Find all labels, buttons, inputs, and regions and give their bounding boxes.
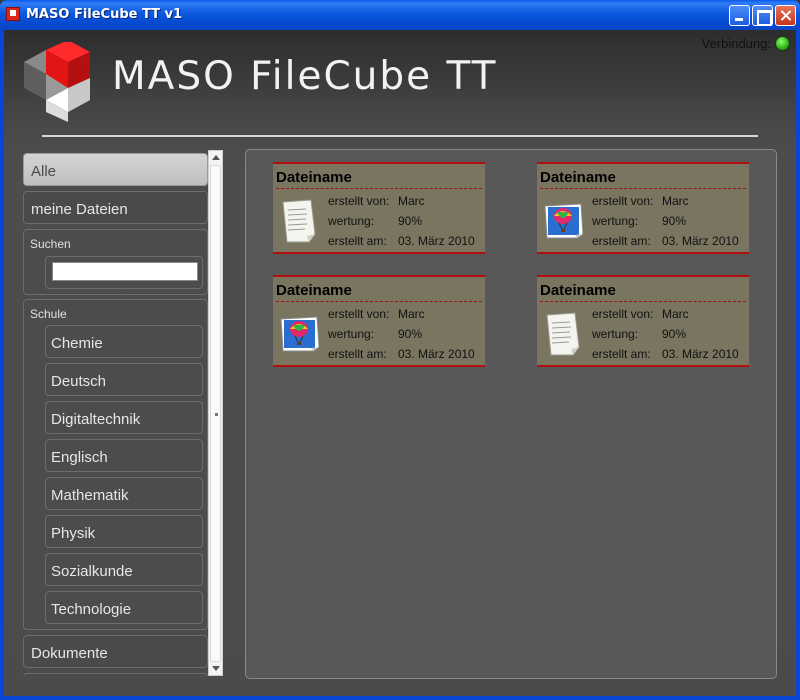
rating-label: wertung: xyxy=(328,214,375,228)
created-by-label: erstellt von: xyxy=(328,307,390,321)
header-divider xyxy=(42,135,758,137)
created-on-value: 03. März 2010 xyxy=(662,347,739,361)
nav-my-files[interactable]: meine Dateien xyxy=(23,191,208,224)
image-icon xyxy=(544,203,583,239)
window-title: MASO FileCube TT v1 xyxy=(26,7,183,22)
title-bar[interactable]: MASO FileCube TT v1 xyxy=(0,0,800,30)
maximize-button[interactable] xyxy=(752,5,773,26)
school-label: Schule xyxy=(30,307,67,321)
file-name: Dateiname xyxy=(276,169,352,186)
created-by-label: erstellt von: xyxy=(592,194,654,208)
sidebar: Alle meine Dateien Suchen Schule Chemie … xyxy=(22,150,208,676)
rating-value: 90% xyxy=(662,327,687,341)
created-by-value: Marc xyxy=(398,307,425,321)
subject-item[interactable]: Digitaltechnik xyxy=(45,401,203,434)
search-label: Suchen xyxy=(30,237,71,251)
file-name: Dateiname xyxy=(540,169,616,186)
nav-next-partial[interactable] xyxy=(23,673,208,676)
card-divider xyxy=(540,188,746,189)
scroll-down-arrow-icon[interactable] xyxy=(209,662,222,675)
created-by-value: Marc xyxy=(662,194,689,208)
file-card[interactable]: Dateiname erstellt von: Marc wertung: 90… xyxy=(273,275,485,367)
created-on-label: erstellt am: xyxy=(592,347,651,361)
connection-label: Verbindung: xyxy=(701,36,771,51)
document-icon xyxy=(282,199,316,243)
connection-indicator-icon xyxy=(775,36,790,51)
subject-item[interactable]: Deutsch xyxy=(45,363,203,396)
card-divider xyxy=(540,301,746,302)
created-on-value: 03. März 2010 xyxy=(662,234,739,248)
client-area: Verbindung: MASO FileCube TT Alle meine … xyxy=(4,30,796,696)
school-group: Schule Chemie Deutsch Digitaltechnik Eng… xyxy=(23,299,208,630)
rating-value: 90% xyxy=(398,214,423,228)
subject-item[interactable]: Technologie xyxy=(45,591,203,624)
rating-label: wertung: xyxy=(592,214,639,228)
document-icon xyxy=(546,312,580,356)
created-on-label: erstellt am: xyxy=(328,347,387,361)
scroll-up-arrow-icon[interactable] xyxy=(209,151,222,164)
created-by-label: erstellt von: xyxy=(592,307,654,321)
created-by-label: erstellt von: xyxy=(328,194,390,208)
sidebar-scrollbar[interactable] xyxy=(208,150,223,676)
app-window: MASO FileCube TT v1 Verbindung: MASO Fil… xyxy=(0,0,800,700)
created-on-label: erstellt am: xyxy=(328,234,387,248)
rating-label: wertung: xyxy=(592,327,639,341)
scroll-thumb[interactable] xyxy=(210,165,221,662)
file-card[interactable]: Dateiname erstellt von: Marc wertung: 90… xyxy=(537,162,749,254)
created-on-label: erstellt am: xyxy=(592,234,651,248)
rating-value: 90% xyxy=(662,214,687,228)
search-input[interactable] xyxy=(52,262,198,281)
created-by-value: Marc xyxy=(662,307,689,321)
search-box xyxy=(45,256,203,289)
connection-status: Verbindung: xyxy=(702,36,790,51)
brand-title: MASO FileCube TT xyxy=(112,54,498,99)
nav-all[interactable]: Alle xyxy=(23,153,208,186)
created-on-value: 03. März 2010 xyxy=(398,347,475,361)
filecube-logo-icon xyxy=(24,42,90,122)
image-icon xyxy=(280,316,319,352)
created-on-value: 03. März 2010 xyxy=(398,234,475,248)
created-by-value: Marc xyxy=(398,194,425,208)
subject-item[interactable]: Mathematik xyxy=(45,477,203,510)
subject-item[interactable]: Sozialkunde xyxy=(45,553,203,586)
subject-item[interactable]: Chemie xyxy=(45,325,203,358)
file-card[interactable]: Dateiname erstellt von: Marc wertung: 90… xyxy=(537,275,749,367)
file-grid: Dateiname erstellt von: Marc wertung: 90… xyxy=(245,149,777,679)
card-divider xyxy=(276,188,482,189)
app-icon[interactable] xyxy=(6,7,20,21)
scroll-grip-icon xyxy=(215,413,218,416)
search-group: Suchen xyxy=(23,229,208,295)
nav-documents[interactable]: Dokumente xyxy=(23,635,208,668)
subject-item[interactable]: Physik xyxy=(45,515,203,548)
file-card[interactable]: Dateiname erstellt von: Marc wertung: 90… xyxy=(273,162,485,254)
subject-item[interactable]: Englisch xyxy=(45,439,203,472)
rating-value: 90% xyxy=(398,327,423,341)
close-button[interactable] xyxy=(775,5,796,26)
minimize-button[interactable] xyxy=(729,5,750,26)
file-name: Dateiname xyxy=(276,282,352,299)
file-name: Dateiname xyxy=(540,282,616,299)
card-divider xyxy=(276,301,482,302)
rating-label: wertung: xyxy=(328,327,375,341)
